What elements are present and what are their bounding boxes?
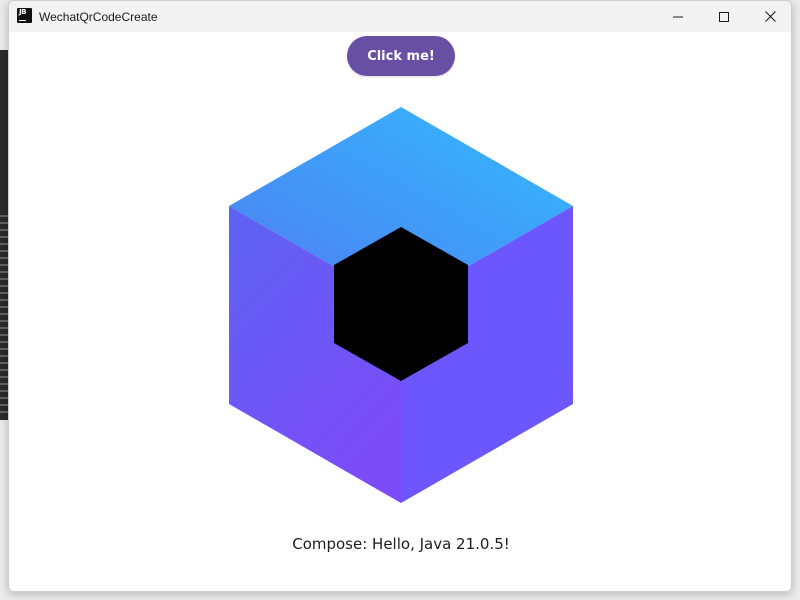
greeting-text: Compose: Hello, Java 21.0.5! <box>292 535 510 553</box>
window-title: WechatQrCodeCreate <box>39 10 158 24</box>
main-content: Click me! Compose: Hello, Java 21.0.5! <box>9 32 791 591</box>
minimize-button[interactable] <box>655 1 701 32</box>
minimize-icon <box>673 16 683 17</box>
close-button[interactable] <box>747 1 791 32</box>
jetbrains-icon: JB <box>17 8 32 23</box>
title-bar[interactable]: JB WechatQrCodeCreate <box>9 1 791 32</box>
click-me-button[interactable]: Click me! <box>347 36 455 76</box>
maximize-button[interactable] <box>701 1 747 32</box>
close-icon <box>764 11 776 22</box>
compose-multiplatform-logo-icon <box>229 107 573 503</box>
maximize-icon <box>719 11 729 22</box>
desktop-background-text <box>0 215 8 415</box>
app-window: JB WechatQrCodeCreate Click me! Compose:… <box>8 0 792 592</box>
